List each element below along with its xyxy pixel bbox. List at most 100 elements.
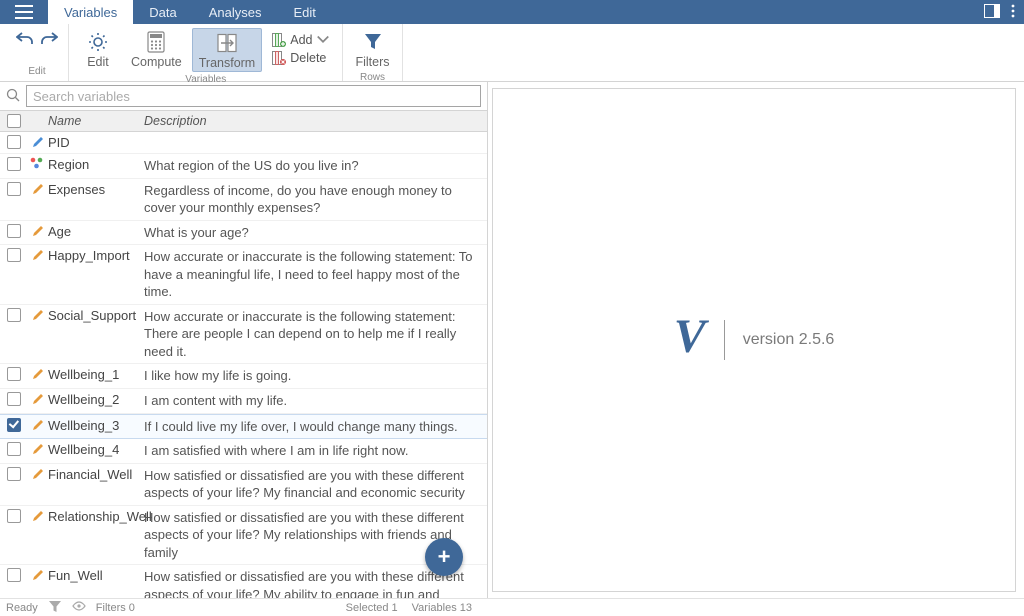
menu-tab-analyses[interactable]: Analyses	[193, 0, 278, 24]
variables-ribbon: Edit Edit Compute Transform	[0, 24, 1024, 82]
variable-name: Financial_Well	[48, 467, 142, 482]
variable-row[interactable]: Wellbeing_1I like how my life is going.	[0, 364, 487, 389]
ordinal-type-icon	[28, 392, 48, 406]
ribbon-group-edit: Edit	[0, 24, 69, 81]
ordinal-type-icon	[28, 248, 48, 262]
plus-icon: +	[438, 544, 451, 570]
ordinal-type-icon	[28, 308, 48, 322]
variable-checkbox[interactable]	[7, 308, 21, 322]
undo-icon	[16, 30, 34, 48]
variable-row[interactable]: Wellbeing_4I am satisfied with where I a…	[0, 439, 487, 464]
status-visibility-icon[interactable]	[72, 599, 86, 616]
variable-checkbox[interactable]	[7, 224, 21, 238]
content-area: Name Description PIDRegionWhat region of…	[0, 82, 1024, 598]
variable-name: Age	[48, 224, 142, 239]
app-menu-button[interactable]	[0, 0, 48, 24]
redo-icon	[40, 30, 58, 48]
statusbar: Ready Filters 0 Selected 1 Variables 13	[0, 598, 1024, 616]
variable-checkbox[interactable]	[7, 442, 21, 456]
main-menubar: VariablesDataAnalysesEdit	[0, 0, 1024, 24]
menu-tab-edit[interactable]: Edit	[277, 0, 331, 24]
variable-checkbox[interactable]	[7, 182, 21, 196]
funnel-icon	[362, 30, 384, 54]
variable-name: Expenses	[48, 182, 142, 197]
status-filters-count: Filters 0	[96, 602, 135, 614]
variables-list[interactable]: PIDRegionWhat region of the US do you li…	[0, 132, 487, 598]
variable-name: Wellbeing_4	[48, 442, 142, 457]
variable-description: How satisfied or dissatisfied are you wi…	[142, 467, 487, 502]
variable-row[interactable]: Wellbeing_3If I could live my life over,…	[0, 414, 487, 440]
status-variables-count: Variables 13	[412, 602, 472, 614]
variable-checkbox[interactable]	[7, 568, 21, 582]
add-variable-fab[interactable]: +	[425, 538, 463, 576]
variable-description: What region of the US do you live in?	[142, 157, 487, 175]
ribbon-edit-button[interactable]: Edit	[75, 28, 121, 70]
ordinal-type-icon	[28, 367, 48, 381]
column-header-description[interactable]: Description	[142, 114, 487, 128]
variable-row[interactable]: ExpensesRegardless of income, do you hav…	[0, 179, 487, 221]
calculator-icon	[145, 30, 167, 54]
variable-row[interactable]: Financial_WellHow satisfied or dissatisf…	[0, 464, 487, 506]
ordinal-type-icon	[28, 224, 48, 238]
variable-name: Fun_Well	[48, 568, 142, 583]
redo-button[interactable]	[40, 30, 58, 51]
menu-tabs: VariablesDataAnalysesEdit	[48, 0, 332, 24]
select-all-checkbox[interactable]	[7, 114, 21, 128]
status-filter-icon[interactable]	[48, 599, 62, 616]
variable-description: How accurate or inaccurate is the follow…	[142, 308, 487, 361]
variable-checkbox[interactable]	[7, 135, 21, 149]
ribbon-caption-edit: Edit	[12, 64, 62, 79]
gear-icon	[87, 30, 109, 54]
variable-checkbox[interactable]	[7, 367, 21, 381]
add-column-icon	[272, 33, 286, 47]
nominal-type-icon	[28, 157, 48, 169]
variable-checkbox[interactable]	[7, 467, 21, 481]
column-header-name[interactable]: Name	[48, 114, 142, 128]
ribbon-delete-button[interactable]: Delete	[270, 50, 332, 66]
delete-column-icon	[272, 51, 286, 65]
variable-row[interactable]: Happy_ImportHow accurate or inaccurate i…	[0, 245, 487, 305]
variable-name: Wellbeing_2	[48, 392, 142, 407]
id-type-icon	[28, 135, 48, 149]
search-input[interactable]	[26, 85, 481, 107]
menu-tab-variables[interactable]: Variables	[48, 0, 133, 24]
variable-description: I am content with my life.	[142, 392, 487, 410]
variable-checkbox[interactable]	[7, 418, 21, 432]
variable-description: I like how my life is going.	[142, 367, 487, 385]
variable-description: I am satisfied with where I am in life r…	[142, 442, 487, 460]
variable-checkbox[interactable]	[7, 248, 21, 262]
variable-checkbox[interactable]	[7, 157, 21, 171]
variable-row[interactable]: Relationship_WellHow satisfied or dissat…	[0, 506, 487, 566]
variable-name: Region	[48, 157, 142, 172]
kebab-icon[interactable]	[1010, 4, 1016, 21]
variable-checkbox[interactable]	[7, 392, 21, 406]
ribbon-group-variables: Edit Compute Transform Add	[69, 24, 343, 81]
variable-checkbox[interactable]	[7, 509, 21, 523]
variable-row[interactable]: RegionWhat region of the US do you live …	[0, 154, 487, 179]
menu-tab-data[interactable]: Data	[133, 0, 192, 24]
status-selected-count: Selected 1	[346, 602, 398, 614]
version-label: version 2.5.6	[743, 331, 835, 349]
ribbon-transform-button[interactable]: Transform	[192, 28, 263, 72]
results-panel: V version 2.5.6	[488, 82, 1024, 598]
variable-row[interactable]: Social_SupportHow accurate or inaccurate…	[0, 305, 487, 365]
jamovi-logo: V	[674, 315, 706, 364]
dock-right-icon[interactable]	[984, 4, 1000, 21]
variable-description: How accurate or inaccurate is the follow…	[142, 248, 487, 301]
variable-name: Wellbeing_3	[48, 418, 142, 433]
ordinal-type-icon	[28, 182, 48, 196]
variable-row[interactable]: Fun_WellHow satisfied or dissatisfied ar…	[0, 565, 487, 598]
variable-row[interactable]: AgeWhat is your age?	[0, 221, 487, 246]
ordinal-type-icon	[28, 418, 48, 432]
ribbon-compute-button[interactable]: Compute	[125, 28, 188, 70]
variable-row[interactable]: PID	[0, 132, 487, 154]
variable-description: Regardless of income, do you have enough…	[142, 182, 487, 217]
variable-description: What is your age?	[142, 224, 487, 242]
ribbon-filters-button[interactable]: Filters	[349, 28, 395, 70]
ribbon-add-button[interactable]: Add	[270, 32, 332, 48]
ordinal-type-icon	[28, 509, 48, 523]
variables-panel: Name Description PIDRegionWhat region of…	[0, 82, 488, 598]
ordinal-type-icon	[28, 568, 48, 582]
undo-button[interactable]	[16, 30, 34, 51]
variable-row[interactable]: Wellbeing_2I am content with my life.	[0, 389, 487, 414]
